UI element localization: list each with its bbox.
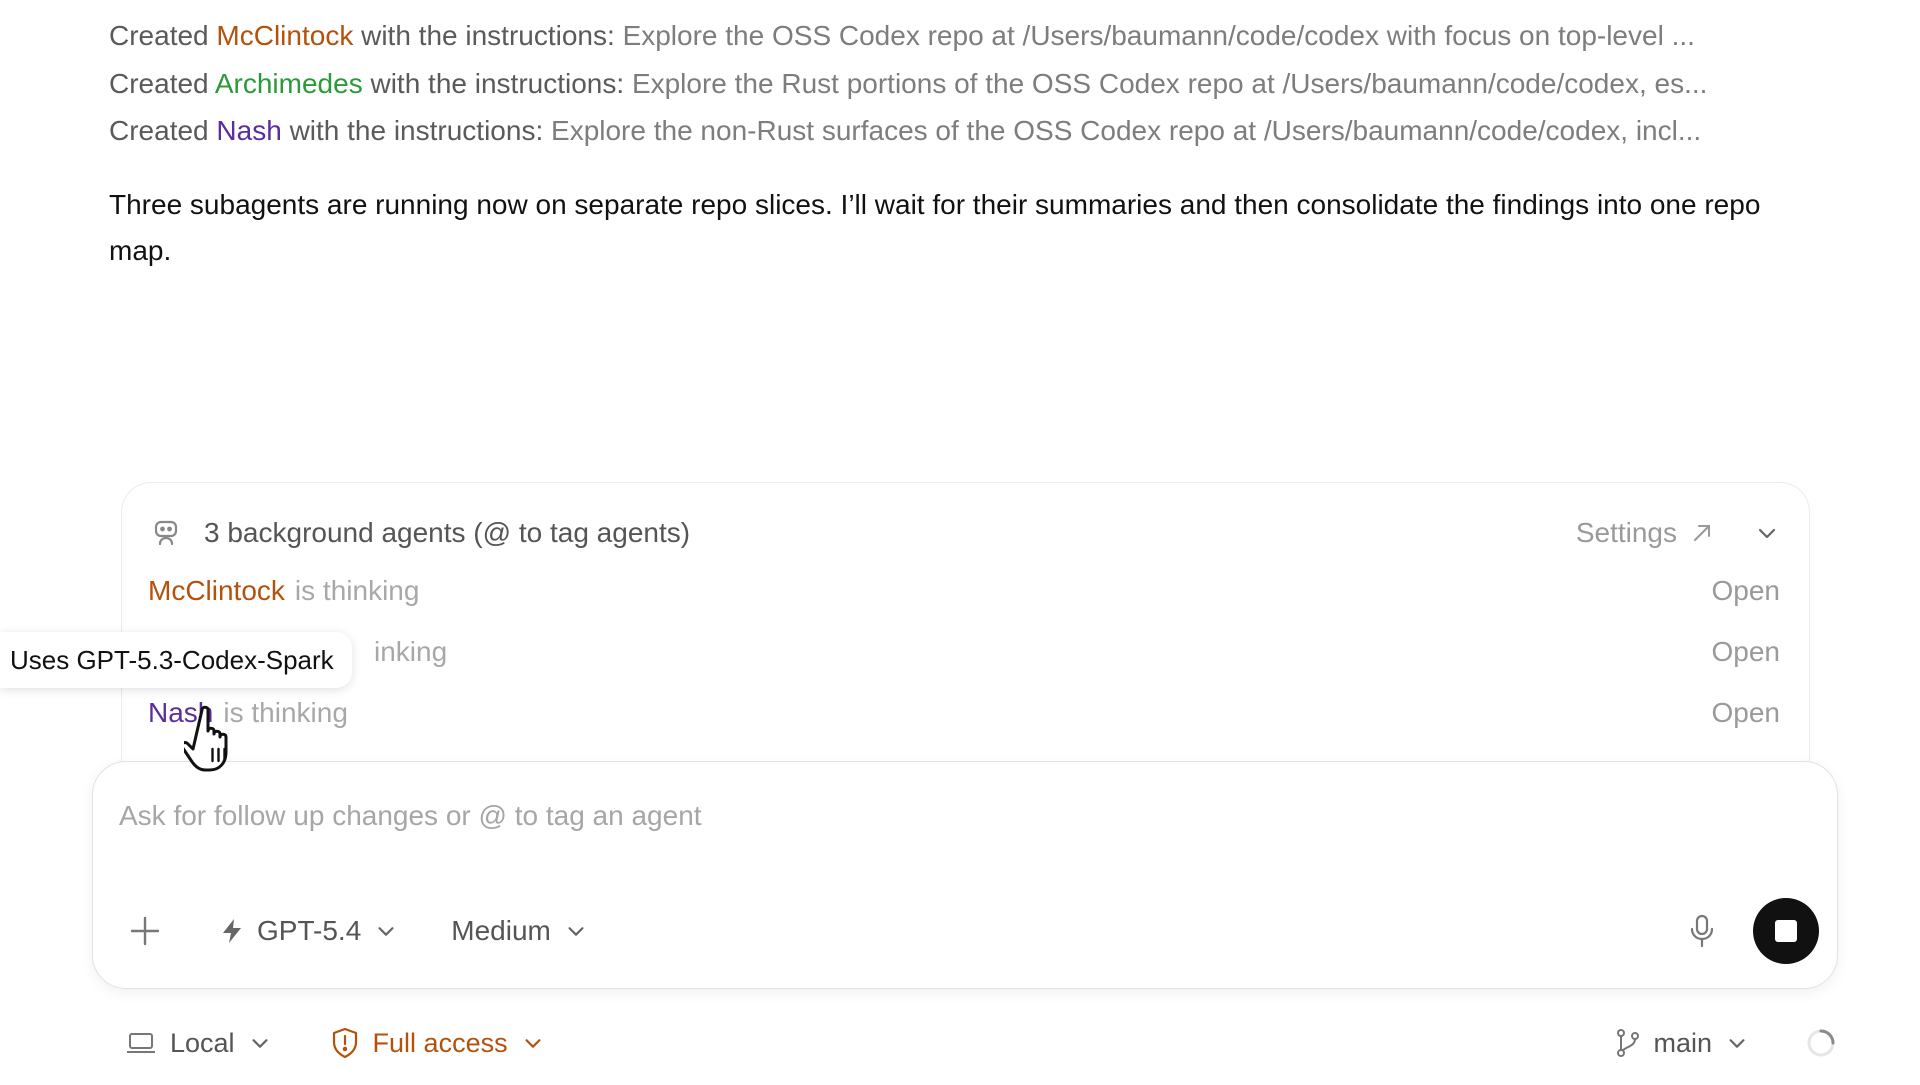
open-agent-button[interactable]: Open [1712, 575, 1781, 607]
microphone-icon [1690, 914, 1714, 948]
chevron-down-icon [1726, 1032, 1748, 1054]
agent-status: is thinking [294, 575, 420, 606]
add-button[interactable] [125, 911, 165, 951]
agent-instructions: Explore the Rust portions of the OSS Cod… [631, 67, 1708, 99]
branch-label: main [1653, 1027, 1712, 1058]
tooltip-text: Uses GPT-5.3-Codex-Spark [10, 644, 334, 675]
model-selector[interactable]: GPT-5.4 [219, 915, 397, 947]
environment-selector[interactable]: Local [126, 1028, 271, 1059]
chevron-down-icon [565, 920, 587, 942]
agent-name-nash[interactable]: Nash [216, 115, 281, 146]
plus-icon [130, 916, 160, 946]
assistant-message: Three subagents are running now on separ… [109, 189, 1761, 266]
agent-instructions: Explore the OSS Codex repo at /Users/bau… [622, 20, 1695, 51]
agent-name-archimedes[interactable]: Archimedes [215, 68, 363, 99]
created-middle: with the instructions: [361, 20, 615, 51]
stop-button[interactable] [1753, 898, 1819, 964]
agents-panel-title: 3 background agents (@ to tag agents) [204, 517, 691, 548]
created-middle: with the instructions: [370, 67, 625, 99]
composer-toolbar: GPT-5.4 Medium [125, 898, 1819, 964]
agent-row-mcclintock: McClintock is thinking Open [148, 566, 1780, 616]
git-branch-icon [1615, 1028, 1641, 1058]
created-line-mcclintock: Created McClintock with the instructions… [109, 12, 1829, 60]
open-agent-button[interactable]: Open [1712, 697, 1781, 729]
created-prefix: Created [109, 115, 209, 146]
laptop-icon [126, 1031, 156, 1055]
agent-instructions: Explore the non-Rust surfaces of the OSS… [551, 115, 1702, 146]
chat-page: Created McClintock with the instructions… [0, 0, 1920, 1085]
settings-link[interactable]: Settings [1576, 517, 1713, 549]
created-prefix: Created [109, 20, 209, 51]
effort-label: Medium [451, 915, 551, 946]
agent-row-nash: Nash is thinking Open [148, 688, 1780, 738]
agent-name-mcclintock[interactable]: McClintock [216, 20, 353, 51]
created-line-archimedes: Created Archimedes with the instructions… [109, 60, 1829, 108]
follow-up-input[interactable] [119, 788, 1799, 844]
hand-cursor-icon [180, 704, 244, 781]
reasoning-effort-selector[interactable]: Medium [451, 915, 587, 947]
model-label: GPT-5.4 [257, 915, 362, 946]
model-tooltip: Uses GPT-5.3-Codex-Spark [0, 632, 352, 688]
bolt-icon [219, 917, 245, 945]
composer-footer: Local Full access main [126, 1022, 1836, 1064]
created-middle: with the instructions: [289, 115, 544, 146]
agents-panel-header: 3 background agents (@ to tag agents) Se… [152, 503, 1779, 563]
chevron-down-icon [249, 1032, 271, 1054]
agent-row-archimedes: inking Open [374, 627, 1780, 677]
external-arrow-icon [1691, 522, 1713, 544]
subagent-creation-log: Created McClintock with the instructions… [109, 12, 1829, 155]
collapse-panel-button[interactable] [1755, 521, 1779, 545]
access-label: Full access [372, 1027, 508, 1058]
spinner-icon [1806, 1028, 1836, 1058]
access-selector[interactable]: Full access [331, 1027, 544, 1059]
open-agent-button[interactable]: Open [1712, 636, 1781, 668]
settings-label: Settings [1575, 517, 1677, 548]
microphone-button[interactable] [1689, 914, 1715, 948]
chevron-down-icon [375, 920, 397, 942]
created-prefix: Created [109, 67, 209, 99]
chevron-down-icon [522, 1032, 544, 1054]
agent-status: inking [374, 636, 448, 667]
shield-alert-icon [331, 1027, 359, 1059]
environment-label: Local [170, 1027, 235, 1058]
bot-icon [152, 518, 182, 548]
created-line-nash: Created Nash with the instructions: Expl… [109, 107, 1829, 155]
branch-selector[interactable]: main [1615, 1028, 1748, 1059]
chevron-down-icon [1758, 528, 1776, 539]
agent-name-mcclintock[interactable]: McClintock [148, 575, 285, 607]
composer: GPT-5.4 Medium [92, 761, 1838, 989]
stop-icon [1775, 920, 1797, 942]
